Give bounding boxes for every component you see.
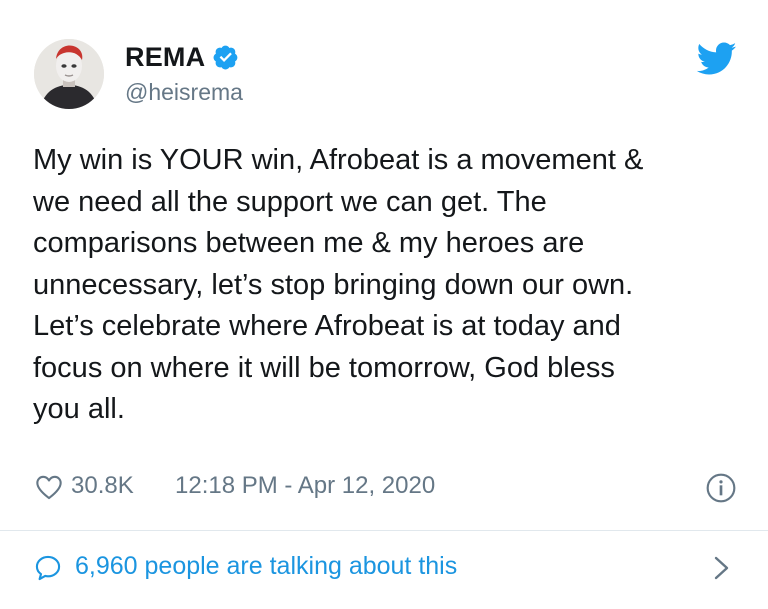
tweet-line: comparisons between me & my heroes are xyxy=(33,227,585,259)
chevron-right-icon[interactable] xyxy=(710,555,732,581)
tweet-line: unnecessary, let’s stop bringing down ou… xyxy=(33,268,634,301)
conversation-link[interactable]: 6,960 people are talking about this xyxy=(33,550,743,586)
avatar[interactable] xyxy=(34,39,104,109)
tweet-meta: 30.8K 12:18 PM - Apr 12, 2020 xyxy=(33,470,743,504)
tweet-text: My win is YOUR win, Afrobeat is a moveme… xyxy=(33,140,723,431)
info-icon[interactable] xyxy=(705,472,737,504)
tweet-line: you all. xyxy=(33,393,125,425)
conversation-text[interactable]: 6,960 people are talking about this xyxy=(75,552,457,581)
author-handle[interactable]: @heisrema xyxy=(125,79,243,106)
divider xyxy=(0,530,768,531)
like-count[interactable]: 30.8K xyxy=(71,472,134,500)
tweet-line: focus on where it will be tomorrow, God … xyxy=(33,351,615,384)
timestamp[interactable]: 12:18 PM - Apr 12, 2020 xyxy=(175,472,435,500)
tweet-line: My win is YOUR win, Afrobeat is a moveme… xyxy=(33,144,644,176)
author-name[interactable]: REMA xyxy=(125,42,205,73)
speech-bubble-icon xyxy=(35,555,61,581)
avatar-image xyxy=(34,39,104,109)
tweet-card: REMA @heisrema My win is YOUR win, Afrob… xyxy=(0,0,768,609)
twitter-bird-icon[interactable] xyxy=(697,42,737,76)
heart-icon[interactable] xyxy=(35,474,63,500)
tweet-line: we need all the support we can get. The xyxy=(33,185,547,218)
author-name-row[interactable]: REMA xyxy=(125,42,239,72)
tweet-line: Let’s celebrate where Afrobeat is at tod… xyxy=(33,310,621,342)
verified-badge-icon xyxy=(213,45,238,70)
